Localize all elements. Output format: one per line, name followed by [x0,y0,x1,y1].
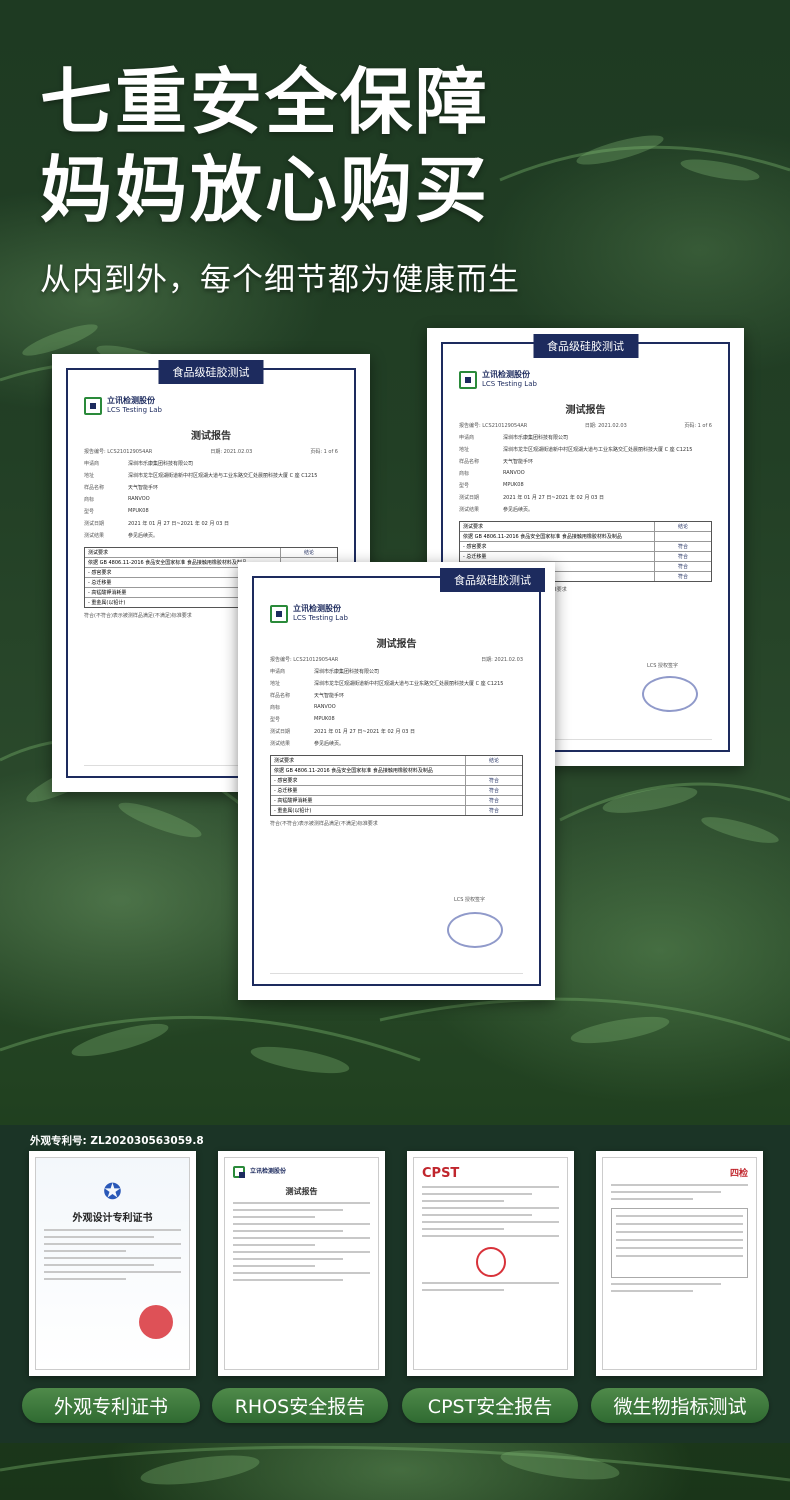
field-row: 测试日期 2021 年 01 月 27 日~2021 年 02 月 03 日 [84,521,229,527]
lcs-logo-icon [233,1166,245,1178]
field-row: 申请商 深圳市乐康集团科技有限公司 [270,669,380,675]
lcs-logo-row: 立讯检测股份 LCS Testing Lab [459,370,712,389]
cpst-seal-icon [475,1247,506,1277]
lab-name-cn: 立讯检测股份 [293,604,341,613]
report-banner: 食品级硅胶测试 [158,360,264,384]
report-title: 测试报告 [191,431,231,442]
patent-emblem-icon: ✪ [103,1180,122,1205]
field-row: 测试结果 参见后续页。 [84,533,159,539]
lab-name-en: LCS Testing Lab [107,406,162,414]
field-row: 型号 MPUK08 [270,716,335,723]
lab-seal-stamp [642,676,698,712]
patent-number: 外观专利号: ZL202030563059.8 [30,1135,204,1147]
field-row: 地址 深圳市龙华区观湖街道新中村区观湖大道与工业东路交汇处晨丽科技大厦 C 座 C… [84,473,318,479]
result-table: 测试要求 结论 依据 GB 4806.11-2016 食品安全国家标准 食品接触用… [270,755,523,816]
report-banner: 食品级硅胶测试 [440,568,545,592]
lcs-logo-icon [270,604,288,623]
thumb-microbial-report: 四检 [596,1151,763,1376]
headline: 七重安全保障 妈妈放心购买 从内到外，每个细节都为健康而生 [40,58,520,299]
thumb-rhos-report: 立讯检测股份 测试报告 [218,1151,385,1376]
label-microbial-test: 微生物指标测试 [591,1388,769,1423]
official-seal-icon [139,1305,173,1339]
report-note: 符合(不符合)表示被测样品满足(不满足)标准要求 [270,821,378,827]
field-row: 测试日期 2021 年 01 月 27 日~2021 年 02 月 03 日 [270,729,415,735]
field-row: 申请商 深圳市乐康集团科技有限公司 [84,461,194,467]
report-meta: 报告编号: LCS210129054AR 日期: 2021.02.03 页码: … [84,448,338,455]
report-title: 测试报告 [376,639,417,650]
cpst-logo: CPST [422,1166,460,1181]
headline-line-2: 妈妈放心购买 [40,148,491,232]
field-row: 商标 RANVOO [459,470,525,477]
report-footer [270,973,523,976]
lab-name-cn: 立讯检测股份 [107,396,155,405]
lcs-logo-icon [84,396,102,415]
label-rhos-report: RHOS安全报告 [212,1388,388,1423]
field-row: 测试结果 参见后续页。 [459,507,534,513]
label-cpst-report: CPST安全报告 [402,1388,578,1423]
field-row: 测试结果 参见后续页。 [270,741,345,747]
field-row: 型号 MPUK08 [84,508,149,515]
thumb-cpst-report: CPST [407,1151,574,1376]
thumb-patent-certificate: ✪ 外观设计专利证书 [29,1151,196,1376]
result-table-thumb [611,1208,748,1278]
field-row: 样品名称 天气智能手环 [84,485,159,491]
headline-line-1: 七重安全保障 [40,60,491,144]
lab-name-en: LCS Testing Lab [293,614,348,622]
label-patent-certificate: 外观专利证书 [22,1388,200,1423]
sijian-logo: 四检 [729,1169,748,1179]
lab-seal-stamp [447,912,503,948]
field-row: 商标 RANVOO [84,496,150,503]
field-row: 测试日期 2021 年 01 月 27 日~2021 年 02 月 03 日 [459,495,604,501]
report-no: 报告编号: LCS210129054AR [84,449,153,455]
report-meta: 报告编号: LCS210129054AR 日期: 2021.02.03 [270,657,523,663]
report-page: 页码: 1 of 6 [310,449,338,455]
report-banner: 食品级硅胶测试 [533,334,638,358]
field-row: 申请商 深圳市乐康集团科技有限公司 [459,435,569,441]
report-date: 日期: 2021.02.03 [210,449,253,455]
lab-name-cn: 立讯检测股份 [482,370,530,379]
stamp-label: LCS 授权签字 [454,897,486,903]
headline-subtitle: 从内到外，每个细节都为健康而生 [40,262,520,298]
test-report-card-center: 食品级硅胶测试 立讯检测股份 LCS Testing Lab 测试报告 报告编号… [238,562,555,1000]
stamp-label: LCS 授权签字 [646,663,678,669]
lcs-logo-row: 立讯检测股份 LCS Testing Lab [270,604,523,623]
field-row: 样品名称 天气智能手环 [270,693,345,699]
field-row: 地址 深圳市龙华区观湖街道新中村区观湖大道与工业东路交汇处晨丽科技大厦 C 座 C… [270,681,504,687]
field-row: 商标 RANVOO [270,704,336,711]
field-row: 样品名称 天气智能手环 [459,459,534,465]
field-row: 型号 MPUK08 [459,482,524,489]
field-row: 地址 深圳市龙华区观湖街道新中村区观湖大道与工业东路交汇处晨丽科技大厦 C 座 C… [459,447,693,453]
report-meta: 报告编号: LCS210129054AR 日期: 2021.02.03 页码: … [459,423,712,429]
lcs-logo-icon [459,370,477,389]
report-title: 测试报告 [565,405,606,416]
lcs-logo-row: 立讯检测股份 LCS Testing Lab [84,396,338,415]
lab-name-en: LCS Testing Lab [482,380,537,388]
